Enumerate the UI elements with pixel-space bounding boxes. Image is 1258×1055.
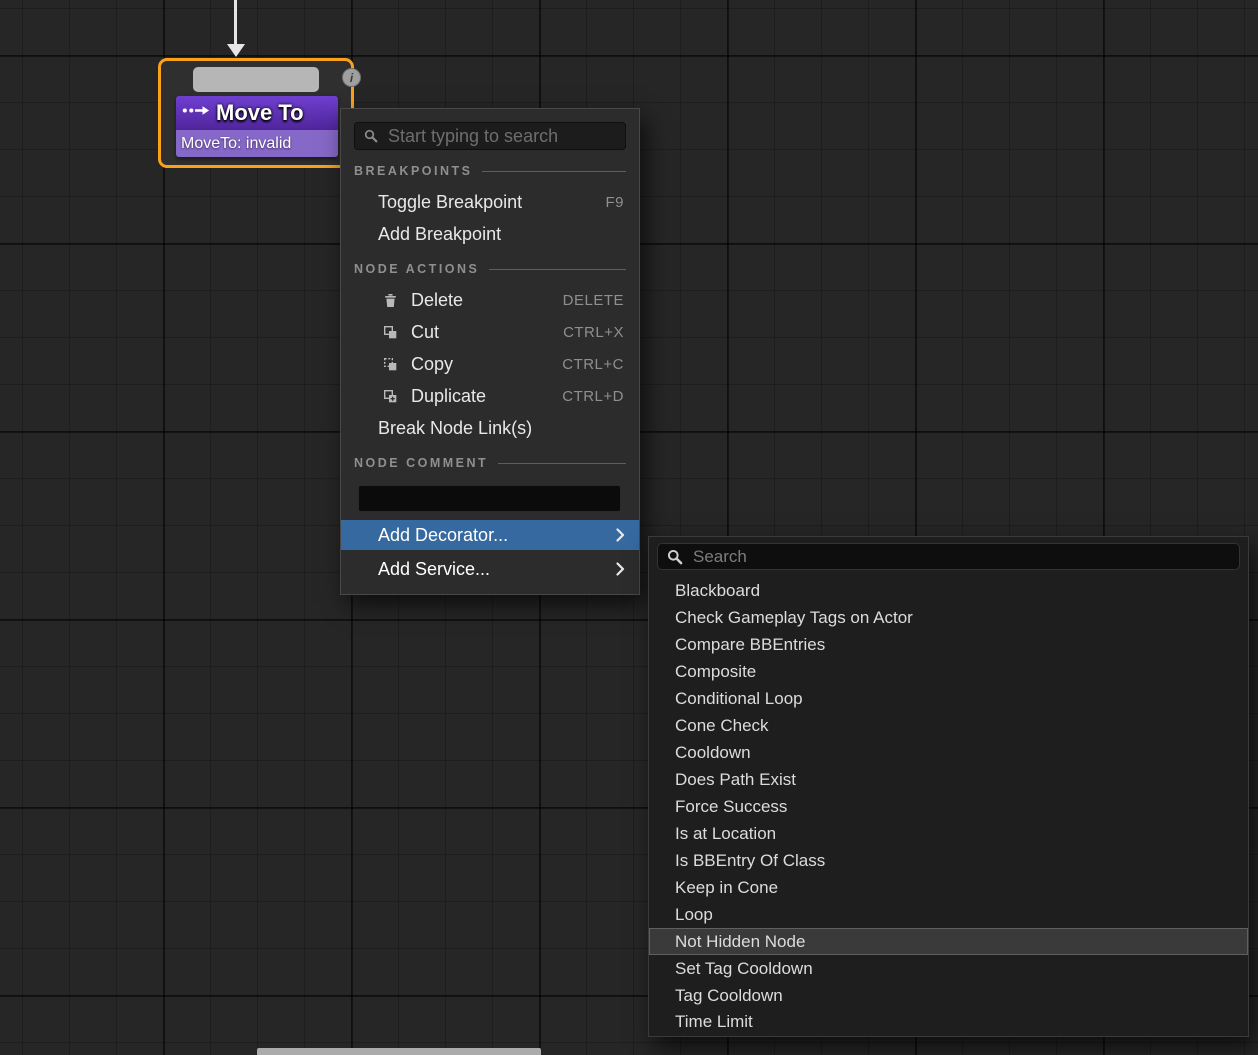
- node-title: Move To: [216, 100, 304, 126]
- menu-item-toggle-breakpoint[interactable]: Toggle Breakpoint F9: [341, 186, 639, 218]
- add-decorator-submenu: Blackboard Check Gameplay Tags on Actor …: [648, 536, 1249, 1037]
- node-info-badge-icon: i: [342, 68, 361, 87]
- decorator-list-item-label: Check Gameplay Tags on Actor: [675, 608, 913, 628]
- menu-item-label: Cut: [411, 322, 439, 343]
- decorator-list-item[interactable]: Not Hidden Node: [649, 928, 1248, 955]
- decorator-list-item[interactable]: Loop: [649, 901, 1248, 928]
- node-comment-bubble[interactable]: [193, 67, 319, 92]
- connection-arrowhead-icon: [227, 44, 245, 57]
- decorator-list-item-label: Not Hidden Node: [675, 932, 805, 952]
- menu-item-label: Add Breakpoint: [378, 224, 501, 245]
- node-context-menu: BREAKPOINTS Toggle Breakpoint F9 Add Bre…: [340, 108, 640, 595]
- decorator-search[interactable]: [657, 543, 1240, 570]
- section-node-actions-label: NODE ACTIONS: [354, 262, 479, 276]
- chevron-right-icon: [616, 562, 625, 576]
- decorator-list-item[interactable]: Conditional Loop: [649, 686, 1248, 713]
- decorator-list-item[interactable]: Is BBEntry Of Class: [649, 847, 1248, 874]
- decorator-list-item[interactable]: Does Path Exist: [649, 767, 1248, 794]
- decorator-list-item-label: Loop: [675, 905, 713, 925]
- move-to-icon: [182, 103, 210, 123]
- decorator-list-item-label: Composite: [675, 662, 756, 682]
- bottom-panel-edge: [257, 1048, 541, 1055]
- section-rule: [482, 171, 626, 172]
- decorator-list-item[interactable]: Cone Check: [649, 713, 1248, 740]
- section-node-comment-label: NODE COMMENT: [354, 456, 488, 470]
- trash-icon: [383, 293, 398, 308]
- decorator-list-item-label: Cooldown: [675, 743, 751, 763]
- decorator-list-item-label: Does Path Exist: [675, 770, 796, 790]
- menu-item-delete[interactable]: Delete DELETE: [341, 284, 639, 316]
- chevron-right-icon: [616, 528, 625, 542]
- node-comment-input[interactable]: [358, 485, 621, 512]
- decorator-list-item[interactable]: Keep in Cone: [649, 874, 1248, 901]
- menu-item-shortcut: DELETE: [563, 292, 624, 309]
- move-to-node[interactable]: i Move To MoveTo: invalid: [158, 58, 354, 168]
- decorator-list-item-label: Is BBEntry Of Class: [675, 851, 825, 871]
- menu-item-label: Delete: [411, 290, 463, 311]
- decorator-list-item-label: Is at Location: [675, 824, 776, 844]
- decorator-list-item-label: Blackboard: [675, 581, 760, 601]
- section-node-actions: NODE ACTIONS: [341, 254, 639, 284]
- decorator-list-item-label: Tag Cooldown: [675, 986, 783, 1006]
- decorator-search-input[interactable]: [691, 546, 1230, 568]
- decorator-list-item[interactable]: Tag Cooldown: [649, 982, 1248, 1009]
- search-icon: [667, 549, 683, 565]
- decorator-list-item-label: Keep in Cone: [675, 878, 778, 898]
- node-header: Move To: [176, 96, 338, 130]
- menu-item-copy[interactable]: Copy CTRL+C: [341, 348, 639, 380]
- decorator-list-item[interactable]: Composite: [649, 659, 1248, 686]
- decorator-list-item[interactable]: Set Tag Cooldown: [649, 955, 1248, 982]
- node-subtitle: MoveTo: invalid: [176, 130, 338, 157]
- context-menu-search-input[interactable]: [386, 125, 616, 148]
- decorator-list-item-label: Cone Check: [675, 716, 769, 736]
- section-rule: [498, 463, 626, 464]
- decorator-list-item-label: Conditional Loop: [675, 689, 803, 709]
- menu-item-add-decorator[interactable]: Add Decorator...: [341, 520, 639, 550]
- menu-item-shortcut: CTRL+C: [562, 356, 624, 373]
- menu-item-label: Add Decorator...: [378, 525, 508, 546]
- decorator-list-item-label: Force Success: [675, 797, 787, 817]
- decorator-list-item[interactable]: Cooldown: [649, 740, 1248, 767]
- menu-item-duplicate[interactable]: Duplicate CTRL+D: [341, 380, 639, 412]
- section-breakpoints-label: BREAKPOINTS: [354, 164, 472, 178]
- decorator-list-item[interactable]: Blackboard: [649, 578, 1248, 605]
- menu-item-add-breakpoint[interactable]: Add Breakpoint: [341, 218, 639, 250]
- decorator-list-item-label: Compare BBEntries: [675, 635, 825, 655]
- menu-item-label: Toggle Breakpoint: [378, 192, 522, 213]
- menu-item-break-node-links[interactable]: Break Node Link(s): [341, 412, 639, 444]
- decorator-list-item[interactable]: Compare BBEntries: [649, 632, 1248, 659]
- decorator-list: Blackboard Check Gameplay Tags on Actor …: [649, 578, 1248, 1036]
- node-body[interactable]: Move To MoveTo: invalid: [176, 96, 338, 157]
- menu-item-cut[interactable]: Cut CTRL+X: [341, 316, 639, 348]
- menu-item-shortcut: CTRL+D: [562, 388, 624, 405]
- menu-item-shortcut: F9: [605, 194, 624, 211]
- search-icon: [364, 129, 378, 143]
- menu-item-shortcut: CTRL+X: [563, 324, 624, 341]
- decorator-list-item[interactable]: Time Limit: [649, 1009, 1248, 1036]
- graph-canvas[interactable]: i Move To MoveTo: invalid BREAKPOINTS To…: [0, 0, 1258, 1055]
- menu-item-add-service[interactable]: Add Service...: [341, 554, 639, 584]
- connection-wire: [234, 0, 237, 45]
- menu-item-label: Copy: [411, 354, 453, 375]
- section-breakpoints: BREAKPOINTS: [341, 156, 639, 186]
- menu-item-label: Duplicate: [411, 386, 486, 407]
- menu-item-label: Add Service...: [378, 559, 490, 580]
- decorator-list-item-label: Time Limit: [675, 1012, 753, 1032]
- menu-item-label: Break Node Link(s): [378, 418, 532, 439]
- section-rule: [489, 269, 626, 270]
- decorator-list-item[interactable]: Force Success: [649, 794, 1248, 821]
- section-node-comment: NODE COMMENT: [341, 448, 639, 478]
- copy-icon: [383, 357, 398, 372]
- decorator-list-item-label: Set Tag Cooldown: [675, 959, 813, 979]
- decorator-list-item[interactable]: Is at Location: [649, 820, 1248, 847]
- cut-icon: [383, 325, 398, 340]
- decorator-list-item[interactable]: Check Gameplay Tags on Actor: [649, 605, 1248, 632]
- context-menu-search[interactable]: [354, 122, 626, 150]
- duplicate-icon: [383, 389, 398, 404]
